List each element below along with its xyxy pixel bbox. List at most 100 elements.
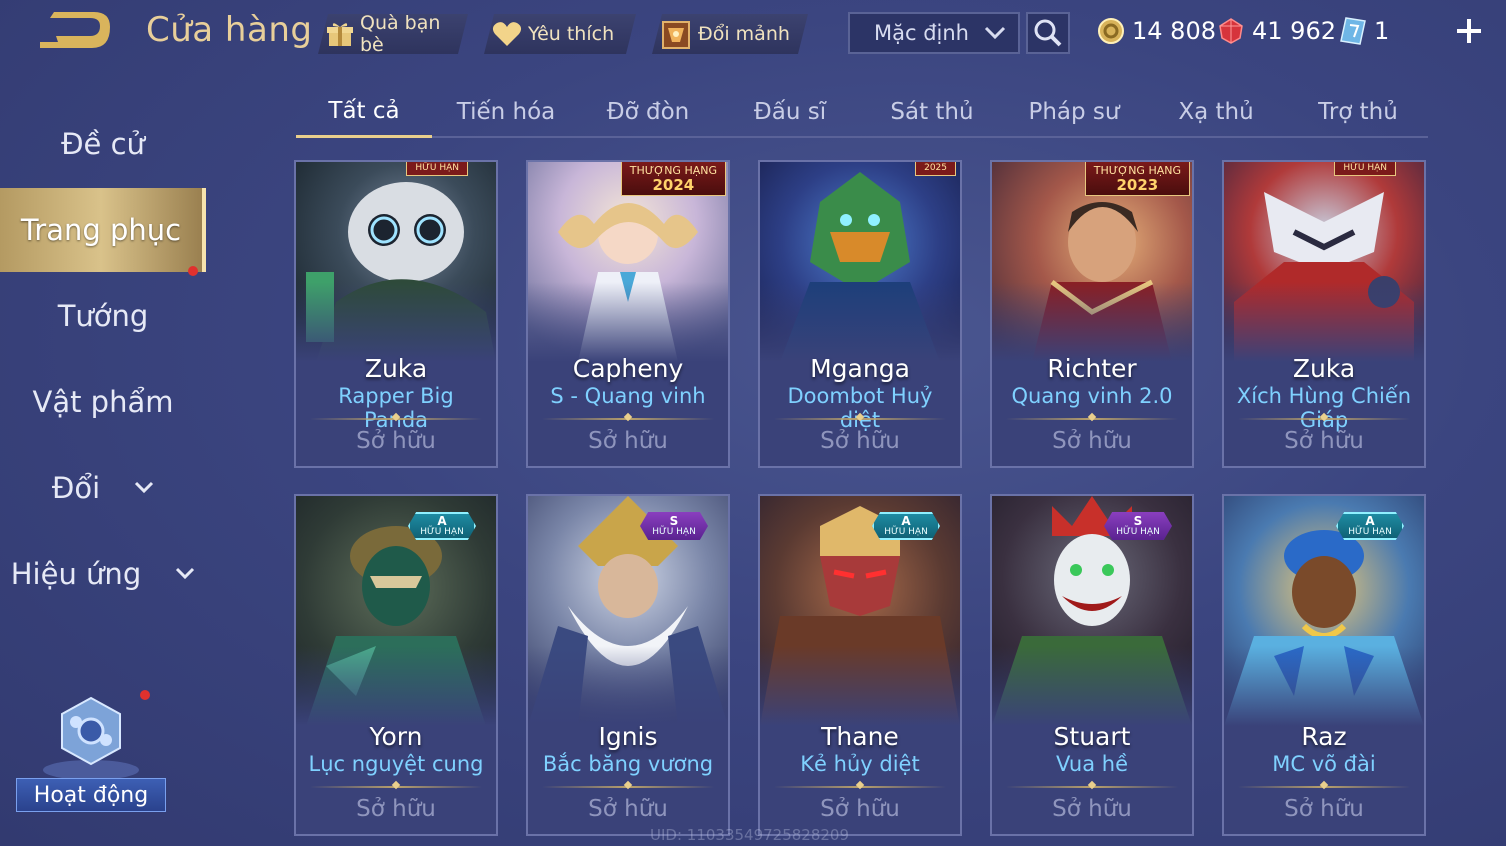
gold-coin-icon — [1098, 18, 1124, 44]
sort-value: Mặc định — [874, 21, 969, 45]
skin-card[interactable]: HỮU HẠN Zuka Xích Hùng Chiến Giáp Sở hữu — [1222, 160, 1426, 468]
hero-name: Raz — [1301, 722, 1347, 751]
skin-name: Bắc băng vương — [542, 752, 714, 776]
gem-amount: 41 962 — [1252, 17, 1336, 45]
gem-balance: 41 962 — [1218, 14, 1336, 48]
sidebar-item-costumes[interactable]: Trang phục — [0, 188, 206, 272]
friend-gift-label: Quà bạn bè — [360, 12, 441, 56]
grade-badge: S HỮU HẠN — [640, 512, 708, 540]
chevron-down-icon — [135, 481, 154, 494]
sidebar-item-effects[interactable]: Hiệu ứng — [0, 532, 206, 616]
favorite-label: Yêu thích — [528, 23, 615, 45]
skin-card[interactable]: THƯỢNG HẠNG 2024 Capheny S - Quang vinh … — [526, 160, 730, 468]
owned-status: Sở hữu — [1052, 428, 1132, 454]
ticket-balance: 1 — [1340, 14, 1389, 48]
skin-card[interactable]: HỮU HẠN Zuka Rapper Big Panda Sở hữu — [294, 160, 498, 468]
sidebar-item-label: Tướng — [57, 299, 149, 333]
red-gem-icon — [1219, 18, 1243, 44]
search-button[interactable] — [1026, 12, 1070, 54]
ticket-card-icon — [1340, 17, 1366, 45]
back-button[interactable] — [36, 12, 112, 50]
skin-card[interactable]: S HỮU HẠN Ignis Bắc băng vương Sở hữu — [526, 494, 730, 836]
back-arrow-icon — [40, 12, 110, 48]
skin-artwork — [760, 162, 960, 362]
hero-name: Richter — [1047, 354, 1137, 383]
sort-dropdown[interactable]: Mặc định — [848, 12, 1020, 54]
event-label: Hoạt động — [16, 778, 166, 812]
skin-name: Quang vinh 2.0 — [1011, 384, 1173, 408]
fragment-label: Đổi mảnh — [698, 23, 790, 45]
sidebar-item-label: Hiệu ứng — [10, 557, 142, 591]
page-title: Cửa hàng — [146, 10, 313, 50]
grade-badge: A HỮU HẠN — [1336, 512, 1404, 540]
skin-card[interactable]: 2025 Mganga Doombot Huỷ diệt Sở hữu — [758, 160, 962, 468]
user-id-watermark: UID: 1103354972582820​9 — [650, 826, 850, 844]
tab-tank[interactable]: Đỡ đòn — [580, 86, 716, 138]
sidebar-item-recommended[interactable]: Đề cử — [0, 102, 206, 186]
skin-name: S - Quang vinh — [550, 384, 706, 408]
skin-artwork — [296, 162, 496, 362]
notification-dot — [140, 690, 150, 700]
event-crystal-icon — [43, 696, 139, 780]
heart-icon — [492, 21, 522, 47]
skin-card[interactable]: THƯỢNG HẠNG 2023 Richter Quang vinh 2.0 … — [990, 160, 1194, 468]
sidebar-item-label: Vật phẩm — [32, 385, 174, 419]
event-button[interactable]: Hoạt động — [16, 690, 166, 812]
gold-balance: 14 808 — [1098, 14, 1216, 48]
skin-card[interactable]: S HỮU HẠN Stuart Vua hề Sở hữu — [990, 494, 1194, 836]
fragment-chest-icon — [660, 18, 692, 50]
gift-icon — [326, 20, 354, 48]
favorite-button[interactable]: Yêu thích — [484, 14, 636, 54]
ticket-amount: 1 — [1374, 17, 1390, 45]
skin-name: Vua hề — [1055, 752, 1129, 776]
tab-support[interactable]: Trợ thủ — [1290, 86, 1426, 138]
owned-status: Sở hữu — [1052, 796, 1132, 822]
hero-name: Yorn — [369, 722, 423, 751]
fragment-exchange-button[interactable]: Đổi mảnh — [652, 14, 808, 54]
skin-card[interactable]: A HỮU HẠN Yorn Lục nguyệt cung Sở hữu — [294, 494, 498, 836]
owned-status: Sở hữu — [1284, 428, 1364, 454]
friend-gift-button[interactable]: Quà bạn bè — [318, 14, 468, 54]
grade-badge: S HỮU HẠN — [1104, 512, 1172, 540]
tab-evolution[interactable]: Tiến hóa — [438, 86, 574, 138]
owned-status: Sở hữu — [356, 796, 436, 822]
tab-fighter[interactable]: Đấu sĩ — [722, 86, 858, 138]
tab-assassin[interactable]: Sát thủ — [864, 86, 1000, 138]
skin-name: Lục nguyệt cung — [308, 752, 484, 776]
notification-dot — [188, 266, 198, 276]
hero-name: Zuka — [364, 354, 428, 383]
skin-artwork — [1224, 162, 1424, 362]
sidebar-item-label: Trang phục — [20, 213, 182, 247]
premium-badge: THƯỢNG HẠNG 2024 — [620, 162, 726, 196]
hero-name: Zuka — [1292, 354, 1356, 383]
plus-icon — [1457, 19, 1481, 43]
owned-status: Sở hữu — [820, 796, 900, 822]
premium-badge: THƯỢNG HẠNG 2023 — [1084, 162, 1190, 196]
skin-name: Rapper Big Panda — [338, 384, 454, 432]
tab-mage[interactable]: Pháp sư — [1006, 86, 1142, 138]
search-icon — [1034, 19, 1062, 47]
owned-status: Sở hữu — [588, 796, 668, 822]
chevron-down-icon — [176, 567, 195, 580]
hero-name: Capheny — [572, 354, 684, 383]
skin-card[interactable]: A HỮU HẠN Raz MC võ đài Sở hữu — [1222, 494, 1426, 836]
tab-marksman[interactable]: Xạ thủ — [1148, 86, 1284, 138]
hero-name: Stuart — [1053, 722, 1131, 751]
add-currency-button[interactable] — [1452, 14, 1486, 48]
owned-status: Sở hữu — [588, 428, 668, 454]
grade-badge: A HỮU HẠN — [872, 512, 940, 540]
skin-name: MC võ đài — [1272, 752, 1376, 776]
sidebar-item-exchange[interactable]: Đổi — [0, 446, 206, 530]
owned-status: Sở hữu — [1284, 796, 1364, 822]
skin-card[interactable]: A HỮU HẠN Thane Kẻ hủy diệt Sở hữu — [758, 494, 962, 836]
top-bar: Cửa hàng Quà bạn bè Yêu thích Đổi mảnh M… — [0, 0, 1506, 70]
category-tabs: Tất cả Tiến hóa Đỡ đòn Đấu sĩ Sát thủ Ph… — [296, 86, 1428, 138]
tab-all[interactable]: Tất cả — [296, 86, 432, 138]
chevron-down-icon — [984, 26, 1006, 40]
limited-badge: HỮU HẠN — [406, 162, 468, 176]
sidebar-item-items[interactable]: Vật phẩm — [0, 266, 206, 444]
owned-status: Sở hữu — [356, 428, 436, 454]
limited-badge: HỮU HẠN — [1334, 162, 1396, 176]
year-badge: 2025 — [915, 162, 956, 176]
sidebar-item-heroes[interactable]: Tướng — [0, 274, 206, 358]
